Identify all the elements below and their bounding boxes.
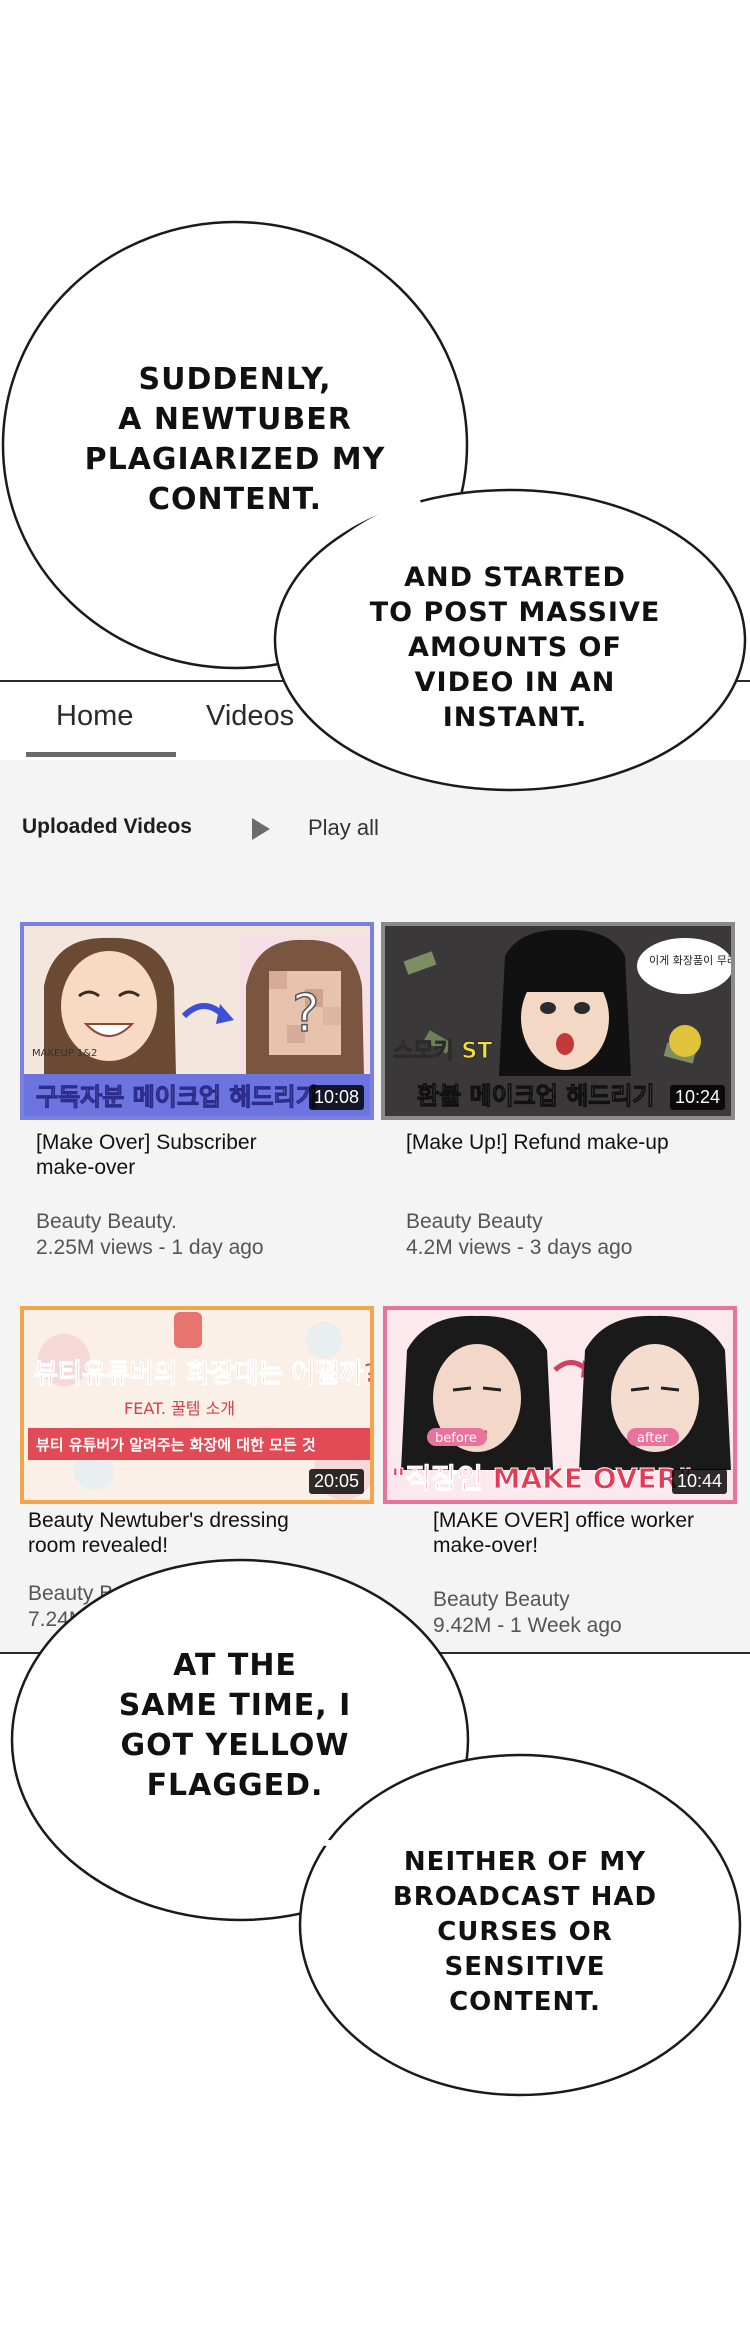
thumbnail-after-label: after	[637, 1431, 668, 1446]
video-thumbnail[interactable]: 이게 화장품이 무려 4만원! 스모키 ST 환불 메이크업 해드리기 10:2…	[381, 922, 735, 1120]
svg-text:?: ?	[292, 984, 320, 1044]
video-stats: 2.25M views - 1 day ago	[36, 1236, 264, 1259]
speech-text-right: AND STARTED TO POST MASSIVE AMOUNTS OF V…	[369, 562, 661, 733]
video-channel[interactable]: Beauty Beauty	[406, 1210, 543, 1234]
thumbnail-subtitle: 뷰티 유튜버가 알려주는 화장에 대한 모든 것	[36, 1436, 316, 1454]
video-channel[interactable]: Beauty Beauty.	[36, 1210, 177, 1234]
video-duration: 10:24	[669, 1085, 725, 1110]
speech-text-bottom-left: AT THE SAME TIME, I GOT YELLOW FLAGGED.	[118, 1648, 352, 1803]
thumbnail-small-label: MAKEUP 1&2	[32, 1048, 97, 1059]
thumbnail-speech-text: 이게 화장품이 무려 4만원!	[649, 954, 735, 967]
video-title[interactable]: [Make Up!] Refund make-up	[406, 1130, 750, 1155]
video-title[interactable]: [Make Over] Subscriber make-over	[36, 1130, 381, 1180]
thumbnail-before-label: before	[435, 1431, 477, 1446]
play-icon[interactable]	[252, 818, 270, 840]
video-thumbnail[interactable]: ? MAKEUP 1&2 구독자분 메이크업 해드리기 10:08	[20, 922, 374, 1120]
thumbnail-small-label: FEAT. 꿀템 소개	[124, 1399, 235, 1418]
thumbnail-banner-text: 환불 메이크업 해드리기	[417, 1082, 655, 1110]
speech-text-left: SUDDENLY, A NEWTUBER PLAGIARIZED MY CONT…	[84, 362, 386, 517]
video-stats: 4.2M views - 3 days ago	[406, 1236, 633, 1259]
video-thumbnail[interactable]: 뷰티유튜버의 화장대는 어떨까? FEAT. 꿀템 소개 뷰티 유튜버가 알려주…	[20, 1306, 374, 1504]
speech-text-bottom-right: NEITHER OF MY BROADCAST HAD CURSES OR SE…	[392, 1847, 658, 2017]
thumbnail-banner-text: 구독자분 메이크업 해드리기	[36, 1083, 318, 1111]
thumbnail-banner-text: 뷰티유튜버의 화장대는 어떨까?	[34, 1359, 374, 1389]
video-duration: 20:05	[308, 1469, 364, 1494]
video-thumbnail[interactable]: before after "직장인 MAKE OVER" 10:44	[383, 1306, 737, 1504]
thumbnail-banner-text: "직장인 MAKE OVER"	[391, 1462, 693, 1495]
section-title: Uploaded Videos	[22, 815, 192, 838]
play-all-link[interactable]: Play all	[308, 815, 379, 841]
thumbnail-small-label: 스모키 ST	[393, 1039, 492, 1064]
video-duration: 10:44	[671, 1469, 727, 1494]
video-duration: 10:08	[308, 1085, 364, 1110]
